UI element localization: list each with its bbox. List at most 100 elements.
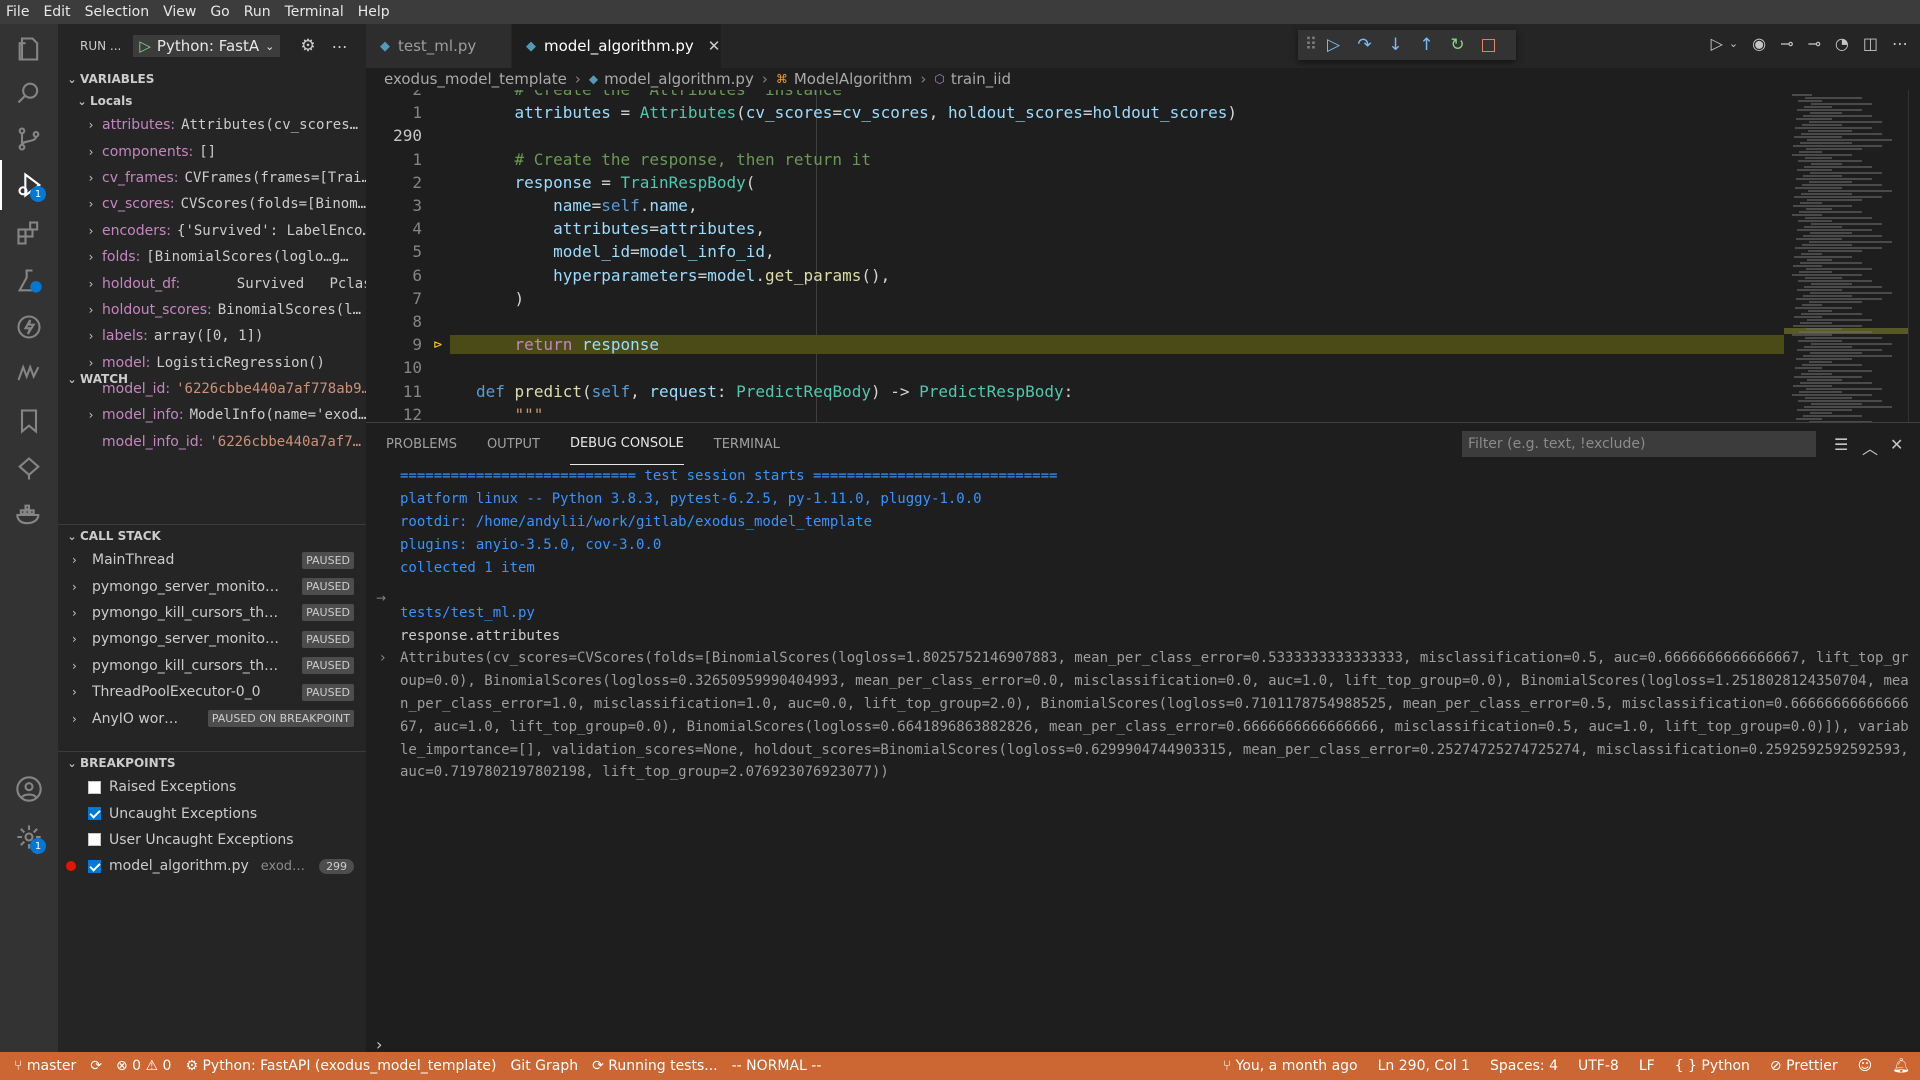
panel-tab-problems[interactable]: PROBLEMS (386, 423, 457, 465)
sync-icon[interactable]: ⟳ (90, 1058, 102, 1074)
chevron-right-icon[interactable]: › (84, 329, 98, 343)
panel-tab-terminal[interactable]: TERMINAL (714, 423, 780, 465)
bookmark-icon[interactable] (0, 396, 58, 446)
breakpoint-option[interactable]: Uncaught Exceptions (58, 800, 366, 826)
variable-row[interactable]: › labels: array([0, 1]) (58, 323, 366, 349)
console-filter-input[interactable]: Filter (e.g. text, !exclude) (1462, 431, 1816, 457)
chevron-right-icon[interactable]: › (84, 224, 98, 238)
run-debug-icon[interactable]: 1 (0, 160, 58, 210)
current-frame-arrow-icon[interactable]: ⊳ (426, 337, 450, 353)
callstack-thread[interactable]: › pymongo_kill_cursors_th… PAUSED (58, 600, 366, 626)
more-actions-icon[interactable]: ⋯ (1892, 34, 1908, 53)
chevron-right-icon[interactable]: › (84, 118, 98, 132)
code-line[interactable]: 3 name=self.name, (366, 194, 1784, 217)
code-line[interactable]: 10 (366, 356, 1784, 379)
variable-row[interactable]: model_info_id: '6226cbbe440a7af7… (58, 429, 366, 455)
prettier-status[interactable]: ⊘ Prettier (1770, 1058, 1838, 1074)
code-line[interactable]: 6 hyperparameters=model.get_params(), (366, 264, 1784, 287)
breadcrumb-file[interactable]: model_algorithm.py (604, 70, 754, 88)
menu-item-edit[interactable]: Edit (43, 4, 70, 20)
chevron-right-icon[interactable]: › (84, 171, 98, 185)
chevron-right-icon[interactable]: › (72, 659, 86, 673)
menu-item-run[interactable]: Run (244, 4, 271, 20)
gear-icon[interactable]: ⚙ (300, 36, 315, 56)
code-line[interactable]: 1 attributes = Attributes(cv_scores=cv_s… (366, 101, 1784, 124)
search-icon[interactable] (0, 68, 58, 118)
console-result[interactable]: Attributes(cv_scores=CVScores(folds=[Bin… (400, 647, 1910, 784)
variable-row[interactable]: › model_info: ModelInfo(name='exod… (58, 402, 366, 428)
step-out-icon[interactable]: ↑ (1411, 35, 1442, 55)
chevron-right-icon[interactable]: › (72, 632, 86, 646)
variable-row[interactable]: › holdout_df: Survived Pclass… (58, 270, 366, 296)
continue-icon[interactable]: ▷ (1318, 35, 1349, 55)
chevron-right-icon[interactable]: › (84, 277, 98, 291)
launch-config-select[interactable]: ▷ Python: FastA ⌄ (133, 35, 281, 57)
menu-item-view[interactable]: View (163, 4, 196, 20)
split-editor-icon[interactable]: ◫ (1863, 34, 1878, 53)
settings-gear-icon[interactable]: 1 (0, 812, 58, 862)
code-line[interactable]: 12 """ (366, 403, 1784, 422)
chevron-right-icon[interactable]: › (84, 197, 98, 211)
variable-row[interactable]: › cv_frames: CVFrames(frames=[Trai… (58, 165, 366, 191)
menu-item-selection[interactable]: Selection (85, 4, 150, 20)
locals-scope[interactable]: ⌄ Locals (58, 90, 366, 112)
drag-handle-icon[interactable]: ⠿ (1304, 35, 1318, 55)
breakpoint-option[interactable]: Raised Exceptions (58, 774, 366, 800)
chevron-right-icon[interactable]: › (84, 145, 98, 159)
run-file-icon[interactable]: ▷ (1711, 34, 1723, 53)
code-line[interactable]: 4 attributes=attributes, (366, 217, 1784, 240)
chevron-down-icon[interactable]: ⌄ (1729, 37, 1738, 50)
restart-icon[interactable]: ↻ (1442, 35, 1473, 55)
code-line[interactable]: 9 ⊳ return response (366, 333, 1784, 356)
code-editor[interactable]: 2 # Create the Attributes instance1 attr… (366, 90, 1784, 422)
callstack-thread[interactable]: › pymongo_server_monito… PAUSED (58, 573, 366, 599)
breakpoint-checkbox[interactable] (88, 807, 101, 821)
breakpoint-option[interactable]: User Uncaught Exceptions (58, 827, 366, 853)
feedback-icon[interactable]: ☺ (1858, 1058, 1873, 1074)
notifications-icon[interactable]: 🔔︎ (1892, 1058, 1910, 1074)
cursor-position[interactable]: Ln 290, Col 1 (1378, 1058, 1470, 1074)
code-line[interactable]: 8 (366, 310, 1784, 333)
lightning-icon[interactable] (0, 302, 58, 352)
clear-console-icon[interactable]: ☰ (1834, 435, 1848, 454)
chevron-right-icon[interactable]: › (84, 303, 98, 317)
next-change-icon[interactable]: ⊸ (1808, 34, 1821, 53)
code-line[interactable]: 11 def predict(self, request: PredictReqB… (366, 380, 1784, 403)
chevron-right-icon[interactable]: › (72, 553, 86, 567)
callstack-thread[interactable]: › pymongo_kill_cursors_th… PAUSED (58, 653, 366, 679)
git-lens-icon[interactable] (0, 444, 58, 494)
callstack-header[interactable]: ⌄ CALL STACK (58, 525, 366, 547)
code-line[interactable]: 5 model_id=model_info_id, (366, 240, 1784, 263)
breadcrumb-folder[interactable]: exodus_model_template (384, 70, 567, 88)
chevron-right-icon[interactable]: › (72, 685, 86, 699)
problems-indicator[interactable]: ⊗ 0 ⚠ 0 (116, 1058, 171, 1074)
step-into-icon[interactable]: ↓ (1380, 35, 1411, 55)
menu-item-terminal[interactable]: Terminal (285, 4, 344, 20)
variable-row[interactable]: › components: [] (58, 138, 366, 164)
close-icon[interactable]: ✕ (708, 37, 721, 55)
git-compare-icon[interactable]: ◉ (1752, 34, 1766, 53)
close-panel-icon[interactable]: ✕ (1890, 435, 1903, 454)
code-line[interactable]: 1 # Create the response, then return it (366, 148, 1784, 171)
watch-header[interactable]: ⌄ WATCH (58, 368, 128, 390)
expand-result-icon[interactable]: › (380, 650, 386, 666)
breadcrumb-method[interactable]: train_iid (951, 70, 1011, 88)
variable-row[interactable]: › encoders: {'Survived': LabelEnco… (58, 218, 366, 244)
callstack-thread[interactable]: › pymongo_server_monito… PAUSED (58, 626, 366, 652)
breadcrumb-class[interactable]: ModelAlgorithm (794, 70, 913, 88)
more-actions-icon[interactable]: ⋯ (332, 37, 348, 56)
debug-config-indicator[interactable]: ⚙ Python: FastAPI (exodus_model_template… (185, 1058, 496, 1074)
minimap[interactable] (1784, 90, 1908, 422)
end-of-line[interactable]: LF (1639, 1058, 1655, 1074)
start-debugging-icon[interactable]: ▷ (139, 37, 151, 55)
menu-item-help[interactable]: Help (358, 4, 390, 20)
chevron-right-icon[interactable]: › (72, 580, 86, 594)
indentation[interactable]: Spaces: 4 (1490, 1058, 1558, 1074)
tab-test-ml[interactable]: ◆ test_ml.py (366, 24, 512, 68)
breakpoint-checkbox[interactable] (88, 859, 101, 873)
breakpoint-file-row[interactable]: model_algorithm.py exod… 299 (58, 853, 366, 879)
variable-row[interactable]: › folds: [BinomialScores(loglo…g… (58, 244, 366, 270)
breakpoint-checkbox[interactable] (88, 780, 101, 794)
mongodb-icon[interactable] (0, 348, 58, 398)
callstack-thread[interactable]: › ThreadPoolExecutor-0_0 PAUSED (58, 679, 366, 705)
